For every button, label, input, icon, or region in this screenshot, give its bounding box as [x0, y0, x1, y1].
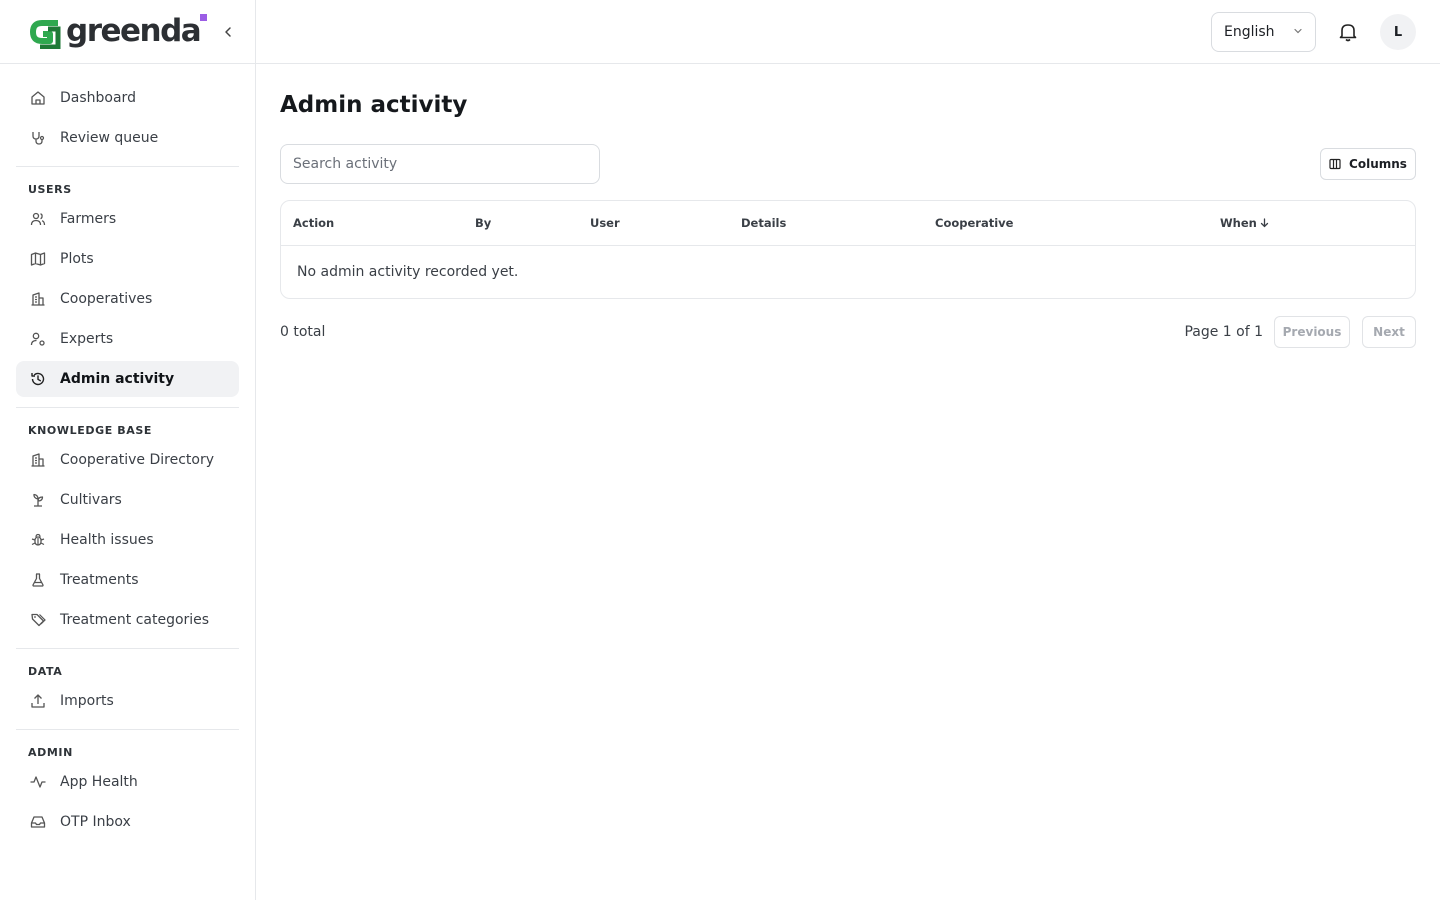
sidebar-item-label: Health issues [60, 532, 154, 548]
page-title: Admin activity [280, 92, 468, 118]
notifications-bell-icon[interactable] [1336, 20, 1360, 44]
inbox-icon [28, 812, 48, 832]
history-icon [28, 369, 48, 389]
user-cog-icon [28, 329, 48, 349]
next-page-button[interactable]: Next [1362, 316, 1416, 348]
logo-text: greenda [66, 14, 208, 47]
building-icon [28, 450, 48, 470]
columns-icon [1329, 158, 1341, 170]
divider [16, 407, 239, 408]
bug-icon [28, 530, 48, 550]
divider [16, 729, 239, 730]
upload-icon [28, 691, 48, 711]
empty-state-message: No admin activity recorded yet. [297, 264, 519, 280]
users-icon [28, 209, 48, 229]
sidebar-item-otp-inbox[interactable]: OTP Inbox [16, 804, 239, 840]
stethoscope-icon [28, 128, 48, 148]
sidebar-item-review-queue[interactable]: Review queue [16, 120, 239, 156]
sidebar-item-treatments[interactable]: Treatments [16, 562, 239, 598]
sidebar-item-label: Cultivars [60, 492, 122, 508]
column-header-cooperative[interactable]: Cooperative [935, 216, 1013, 230]
column-header-when-label: When [1220, 216, 1257, 230]
sidebar-item-label: App Health [60, 774, 138, 790]
sidebar-item-label: Plots [60, 251, 94, 267]
sidebar-item-health-issues[interactable]: Health issues [16, 522, 239, 558]
sidebar-item-app-health[interactable]: App Health [16, 764, 239, 800]
language-value: English [1224, 24, 1275, 40]
sidebar-nav: Dashboard Review queue USERS Farmers Plo… [0, 64, 255, 840]
main-content: Admin activity Columns Action By User De… [280, 64, 1416, 348]
section-heading-knowledge-base: KNOWLEDGE BASE [28, 424, 152, 437]
pagination-footer: 0 total Page 1 of 1 Previous Next [280, 316, 1416, 348]
sidebar-item-admin-activity[interactable]: Admin activity [16, 361, 239, 397]
previous-page-button[interactable]: Previous [1274, 316, 1350, 348]
sidebar-item-farmers[interactable]: Farmers [16, 201, 239, 237]
table-toolbar: Columns [280, 144, 1416, 184]
chevron-left-icon [225, 27, 231, 37]
tags-icon [28, 610, 48, 630]
brand-header: greenda [0, 0, 255, 64]
divider [16, 648, 239, 649]
topbar: English L [256, 0, 1440, 64]
sidebar-item-label: Cooperative Directory [60, 452, 214, 468]
page-info: Page 1 of 1 [1184, 324, 1263, 340]
sidebar: greenda Dashboard Review queue USERS Far… [0, 0, 256, 900]
sidebar-item-label: Dashboard [60, 90, 136, 106]
column-header-by[interactable]: By [475, 216, 491, 230]
section-heading-data: DATA [28, 665, 63, 678]
sidebar-item-label: Farmers [60, 211, 117, 227]
logo[interactable]: greenda [28, 14, 208, 49]
sidebar-item-label: Treatments [60, 572, 139, 588]
sidebar-item-label: Review queue [60, 130, 159, 146]
total-count: 0 total [280, 324, 326, 340]
sidebar-item-label: Treatment categories [60, 612, 210, 628]
table-header-row: Action By User Details Cooperative When [281, 201, 1415, 246]
column-header-when[interactable]: When [1220, 216, 1269, 230]
arrow-down-icon [1260, 218, 1269, 228]
sidebar-item-label: OTP Inbox [60, 814, 131, 830]
section-heading-users: USERS [28, 183, 72, 196]
sidebar-item-cooperatives[interactable]: Cooperatives [16, 281, 239, 317]
logo-accent-dot [200, 14, 208, 21]
column-header-user[interactable]: User [590, 216, 620, 230]
sidebar-item-label: Admin activity [60, 371, 175, 387]
search-input[interactable] [280, 144, 600, 184]
activity-icon [28, 772, 48, 792]
flask-icon [28, 570, 48, 590]
collapse-sidebar-button[interactable] [218, 22, 238, 42]
columns-button[interactable]: Columns [1320, 148, 1416, 180]
sidebar-item-treatment-categories[interactable]: Treatment categories [16, 602, 239, 638]
sidebar-item-label: Imports [60, 693, 114, 709]
logo-mark-icon [28, 15, 62, 49]
sidebar-item-imports[interactable]: Imports [16, 683, 239, 719]
sidebar-item-experts[interactable]: Experts [16, 321, 239, 357]
sidebar-item-cooperative-directory[interactable]: Cooperative Directory [16, 442, 239, 478]
column-header-details[interactable]: Details [741, 216, 786, 230]
activity-table: Action By User Details Cooperative When … [280, 200, 1416, 299]
sidebar-item-label: Experts [60, 331, 114, 347]
map-icon [28, 249, 48, 269]
home-icon [28, 88, 48, 108]
sidebar-item-dashboard[interactable]: Dashboard [16, 80, 239, 116]
language-select[interactable]: English [1211, 12, 1316, 52]
columns-button-label: Columns [1349, 157, 1407, 171]
sidebar-item-cultivars[interactable]: Cultivars [16, 482, 239, 518]
building-icon [28, 289, 48, 309]
divider [16, 166, 239, 167]
chevron-down-icon [1293, 26, 1303, 36]
column-header-action[interactable]: Action [293, 216, 334, 230]
sidebar-item-plots[interactable]: Plots [16, 241, 239, 277]
sidebar-item-label: Cooperatives [60, 291, 153, 307]
section-heading-admin: ADMIN [28, 746, 73, 759]
avatar[interactable]: L [1380, 14, 1416, 50]
sprout-icon [28, 490, 48, 510]
